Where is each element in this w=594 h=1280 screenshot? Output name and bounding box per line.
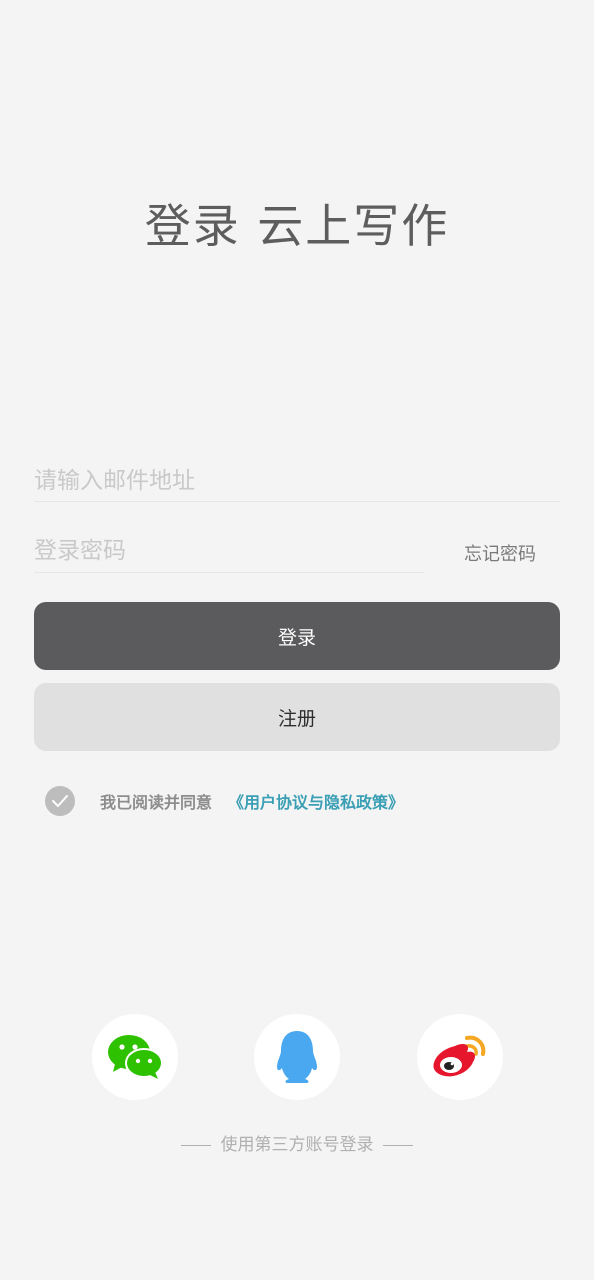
password-input[interactable] bbox=[34, 530, 424, 572]
email-field[interactable] bbox=[34, 460, 560, 502]
register-button[interactable]: 注册 bbox=[34, 683, 560, 751]
divider-line-left bbox=[181, 1144, 212, 1146]
wechat-login-button[interactable] bbox=[92, 1014, 178, 1100]
qq-login-button[interactable] bbox=[254, 1014, 340, 1100]
email-input[interactable] bbox=[34, 460, 560, 501]
agreement-row: 我已阅读并同意 《用户协议与隐私政策》 bbox=[45, 786, 404, 816]
third-party-text: 使用第三方账号登录 bbox=[220, 1135, 374, 1155]
qq-icon bbox=[277, 1031, 317, 1083]
divider-line-right bbox=[382, 1144, 413, 1146]
weibo-login-button[interactable] bbox=[417, 1014, 503, 1100]
page-title: 登录 云上写作 bbox=[144, 199, 450, 253]
login-page: 登录 云上写作 忘记密码 登录 注册 我已阅读并同意 《用户协议与隐私政策》 bbox=[0, 0, 594, 1280]
check-icon bbox=[52, 795, 68, 807]
wechat-icon bbox=[108, 1035, 163, 1079]
login-button[interactable]: 登录 bbox=[34, 602, 560, 670]
forgot-password-link[interactable]: 忘记密码 bbox=[464, 540, 536, 566]
weibo-icon bbox=[433, 1035, 486, 1077]
agreement-checkbox[interactable] bbox=[45, 786, 75, 816]
agreement-text: 我已阅读并同意 bbox=[100, 793, 213, 812]
agreement-link[interactable]: 《用户协议与隐私政策》 bbox=[228, 789, 404, 813]
password-field[interactable] bbox=[34, 530, 424, 573]
third-party-login-label: 使用第三方账号登录 bbox=[0, 1130, 594, 1155]
